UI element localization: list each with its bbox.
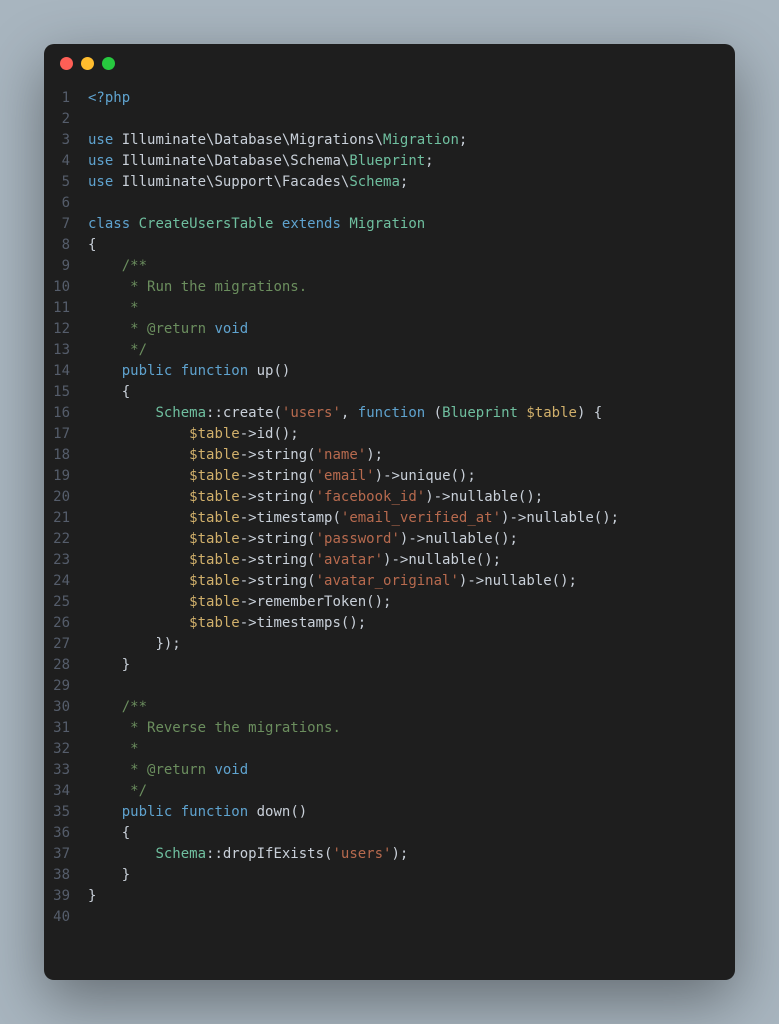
code-line: Schema::create('users', function (Bluepr…	[88, 403, 735, 424]
code-line: /**	[88, 697, 735, 718]
code-line: }	[88, 886, 735, 907]
code-line: *	[88, 298, 735, 319]
line-number: 21	[44, 508, 70, 529]
line-number: 38	[44, 865, 70, 886]
line-number: 25	[44, 592, 70, 613]
code-line: */	[88, 781, 735, 802]
code-line: }	[88, 655, 735, 676]
line-number: 22	[44, 529, 70, 550]
line-number: 15	[44, 382, 70, 403]
code-line: use Illuminate\Support\Facades\Schema;	[88, 172, 735, 193]
line-number: 19	[44, 466, 70, 487]
code-line: {	[88, 823, 735, 844]
code-line: <?php	[88, 88, 735, 109]
line-number: 18	[44, 445, 70, 466]
code-line: */	[88, 340, 735, 361]
code-line: * Reverse the migrations.	[88, 718, 735, 739]
line-number: 1	[44, 88, 70, 109]
line-number: 40	[44, 907, 70, 928]
code-line: {	[88, 235, 735, 256]
code-line: {	[88, 382, 735, 403]
line-number: 23	[44, 550, 70, 571]
line-number: 3	[44, 130, 70, 151]
code-line	[88, 109, 735, 130]
minimize-icon[interactable]	[81, 57, 94, 70]
code-line: $table->string('email')->unique();	[88, 466, 735, 487]
code-line: $table->timestamps();	[88, 613, 735, 634]
code-line	[88, 676, 735, 697]
line-number: 5	[44, 172, 70, 193]
line-number: 20	[44, 487, 70, 508]
line-number-gutter: 1234567891011121314151617181920212223242…	[44, 88, 88, 968]
line-number: 6	[44, 193, 70, 214]
code-line: $table->rememberToken();	[88, 592, 735, 613]
code-line: $table->string('password')->nullable();	[88, 529, 735, 550]
line-number: 16	[44, 403, 70, 424]
editor-window: 1234567891011121314151617181920212223242…	[44, 44, 735, 980]
line-number: 12	[44, 319, 70, 340]
line-number: 7	[44, 214, 70, 235]
line-number: 17	[44, 424, 70, 445]
code-line: $table->string('facebook_id')->nullable(…	[88, 487, 735, 508]
code-line: * @return void	[88, 319, 735, 340]
code-line: });	[88, 634, 735, 655]
line-number: 36	[44, 823, 70, 844]
line-number: 9	[44, 256, 70, 277]
code-line: use Illuminate\Database\Schema\Blueprint…	[88, 151, 735, 172]
close-icon[interactable]	[60, 57, 73, 70]
code-line: /**	[88, 256, 735, 277]
line-number: 37	[44, 844, 70, 865]
line-number: 29	[44, 676, 70, 697]
code-line: * Run the migrations.	[88, 277, 735, 298]
line-number: 8	[44, 235, 70, 256]
code-line	[88, 907, 735, 928]
code-line: public function down()	[88, 802, 735, 823]
line-number: 34	[44, 781, 70, 802]
line-number: 2	[44, 109, 70, 130]
code-line: $table->string('avatar_original')->nulla…	[88, 571, 735, 592]
line-number: 39	[44, 886, 70, 907]
line-number: 4	[44, 151, 70, 172]
code-line: $table->timestamp('email_verified_at')->…	[88, 508, 735, 529]
line-number: 28	[44, 655, 70, 676]
code-line: $table->string('avatar')->nullable();	[88, 550, 735, 571]
code-line: Schema::dropIfExists('users');	[88, 844, 735, 865]
line-number: 27	[44, 634, 70, 655]
code-line: }	[88, 865, 735, 886]
line-number: 26	[44, 613, 70, 634]
line-number: 31	[44, 718, 70, 739]
line-number: 33	[44, 760, 70, 781]
code-line: * @return void	[88, 760, 735, 781]
titlebar	[44, 44, 735, 82]
code-line: *	[88, 739, 735, 760]
line-number: 13	[44, 340, 70, 361]
line-number: 24	[44, 571, 70, 592]
code-line: $table->string('name');	[88, 445, 735, 466]
line-number: 30	[44, 697, 70, 718]
maximize-icon[interactable]	[102, 57, 115, 70]
code-line: class CreateUsersTable extends Migration	[88, 214, 735, 235]
line-number: 11	[44, 298, 70, 319]
code-line	[88, 193, 735, 214]
line-number: 10	[44, 277, 70, 298]
code-line: $table->id();	[88, 424, 735, 445]
code-area: 1234567891011121314151617181920212223242…	[44, 82, 735, 980]
line-number: 14	[44, 361, 70, 382]
line-number: 32	[44, 739, 70, 760]
line-number: 35	[44, 802, 70, 823]
code-content[interactable]: <?php use Illuminate\Database\Migrations…	[88, 88, 735, 968]
code-line: public function up()	[88, 361, 735, 382]
code-line: use Illuminate\Database\Migrations\Migra…	[88, 130, 735, 151]
